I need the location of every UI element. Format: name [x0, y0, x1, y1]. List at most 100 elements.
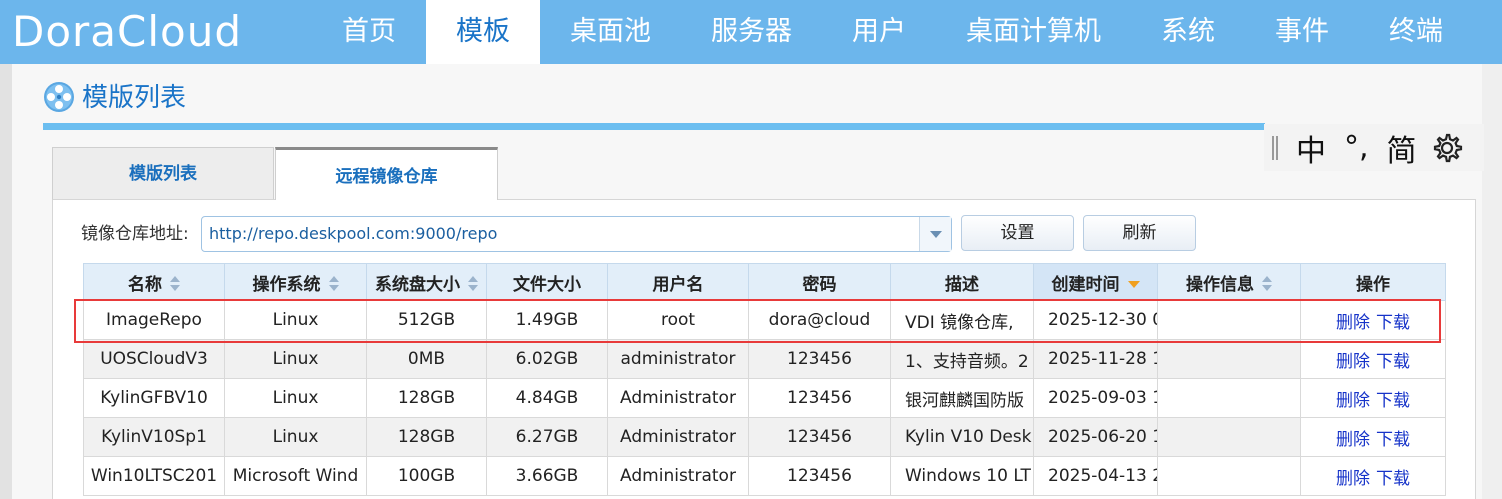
- cell-description: Kylin V10 Desk: [890, 417, 1034, 457]
- download-link[interactable]: 下载: [1376, 313, 1410, 333]
- nav-users[interactable]: 用户: [822, 0, 936, 64]
- cell-user: root: [607, 300, 749, 340]
- download-link[interactable]: 下载: [1376, 469, 1410, 489]
- sort-both-icon[interactable]: [170, 275, 180, 292]
- column-header-created-time[interactable]: 创建时间: [1033, 263, 1158, 301]
- cell-size: 6.02GB: [486, 339, 608, 379]
- cell-os: Microsoft Wind: [224, 456, 367, 496]
- ime-charset-toggle[interactable]: 简: [1387, 126, 1417, 170]
- column-header-os[interactable]: 操作系统: [224, 263, 367, 301]
- tab-template-list[interactable]: 模版列表: [52, 147, 274, 200]
- cell-info: [1157, 339, 1301, 379]
- cell-name: Win10LTSC201: [83, 456, 225, 496]
- nav-servers[interactable]: 服务器: [681, 0, 822, 64]
- nav-desktop-computers[interactable]: 桌面计算机: [936, 0, 1131, 64]
- table-row[interactable]: Win10LTSC201 Microsoft Wind 100GB 3.66GB…: [83, 456, 1446, 496]
- column-header-username: 用户名: [607, 263, 749, 301]
- column-header-operation-info[interactable]: 操作信息: [1157, 263, 1301, 301]
- cell-os: Linux: [224, 339, 367, 379]
- cell-created: 2025-06-20 1: [1033, 417, 1158, 457]
- sort-both-icon[interactable]: [1262, 275, 1272, 292]
- table-row[interactable]: KylinV10Sp1 Linux 128GB 6.27GB Administr…: [83, 417, 1446, 457]
- column-header-password: 密码: [748, 263, 891, 301]
- cell-disk: 128GB: [366, 378, 487, 418]
- delete-link[interactable]: 删除: [1336, 430, 1370, 450]
- ime-toolbar[interactable]: 中 °, 简: [1264, 124, 1484, 171]
- cell-disk: 100GB: [366, 456, 487, 496]
- nav-home[interactable]: 首页: [312, 0, 426, 64]
- gear-icon[interactable]: [1431, 132, 1463, 164]
- cell-disk: 512GB: [366, 300, 487, 340]
- cell-description: VDI 镜像仓库,: [890, 300, 1034, 340]
- cell-actions: 删除 下载: [1300, 417, 1446, 457]
- cell-os: Linux: [224, 300, 367, 340]
- cell-created: 2025-09-03 1: [1033, 378, 1158, 418]
- download-link[interactable]: 下载: [1376, 430, 1410, 450]
- delete-link[interactable]: 删除: [1336, 352, 1370, 372]
- cell-user: Administrator: [607, 456, 749, 496]
- cell-user: Administrator: [607, 378, 749, 418]
- column-header-actions: 操作: [1300, 263, 1446, 301]
- cell-size: 3.66GB: [486, 456, 608, 496]
- ime-punctuation-toggle[interactable]: °,: [1344, 130, 1369, 165]
- cell-created: 2025-11-28 1: [1033, 339, 1158, 379]
- cell-user: Administrator: [607, 417, 749, 457]
- download-link[interactable]: 下载: [1376, 352, 1410, 372]
- ime-mode-toggle[interactable]: 中: [1296, 126, 1326, 170]
- tab-remote-image-repo[interactable]: 远程镜像仓库: [275, 147, 498, 200]
- column-header-name[interactable]: 名称: [83, 263, 225, 301]
- repo-address-label: 镜像仓库地址:: [81, 224, 189, 244]
- cell-description: 银河麒麟国防版: [890, 378, 1034, 418]
- sort-both-icon[interactable]: [468, 275, 478, 292]
- cell-actions: 删除 下载: [1300, 339, 1446, 379]
- top-navigation-bar: DoraCloud 首页 模板 桌面池 服务器 用户 桌面计算机 系统 事件 终…: [0, 0, 1502, 64]
- cell-info: [1157, 417, 1301, 457]
- cell-password: 123456: [748, 456, 891, 496]
- delete-link[interactable]: 删除: [1336, 391, 1370, 411]
- table-header-row: 名称 操作系统 系统盘大小 文件大小 用户名 密码 描述 创建时间 操作信息 操…: [83, 263, 1446, 301]
- image-repo-table: 名称 操作系统 系统盘大小 文件大小 用户名 密码 描述 创建时间 操作信息 操…: [83, 263, 1446, 496]
- cell-password: dora@cloud: [748, 300, 891, 340]
- film-reel-icon: [44, 82, 74, 112]
- sort-desc-icon[interactable]: [1127, 280, 1140, 288]
- sort-both-icon[interactable]: [328, 275, 339, 292]
- table-row[interactable]: KylinGFBV10 Linux 128GB 4.84GB Administr…: [83, 378, 1446, 418]
- cell-info: [1157, 300, 1301, 340]
- nav-system[interactable]: 系统: [1131, 0, 1245, 64]
- download-link[interactable]: 下载: [1376, 391, 1410, 411]
- doracloud-logo[interactable]: DoraCloud: [12, 2, 242, 62]
- ime-drag-handle[interactable]: [1272, 135, 1278, 160]
- cell-created: 2025-12-30 0: [1033, 300, 1158, 340]
- right-gutter: [1482, 64, 1502, 499]
- nav-terminals[interactable]: 终端: [1359, 0, 1473, 64]
- refresh-button[interactable]: 刷新: [1083, 215, 1196, 251]
- nav-desktop-pools[interactable]: 桌面池: [540, 0, 681, 64]
- delete-link[interactable]: 删除: [1336, 469, 1370, 489]
- nav-templates[interactable]: 模板: [426, 0, 540, 64]
- cell-password: 123456: [748, 378, 891, 418]
- cell-info: [1157, 456, 1301, 496]
- cell-disk: 128GB: [366, 417, 487, 457]
- main-nav: 首页 模板 桌面池 服务器 用户 桌面计算机 系统 事件 终端: [312, 0, 1473, 64]
- repo-address-value[interactable]: http://repo.deskpool.com:9000/repo: [209, 223, 497, 245]
- repo-address-select[interactable]: http://repo.deskpool.com:9000/repo: [201, 216, 952, 252]
- delete-link[interactable]: 删除: [1336, 313, 1370, 333]
- column-header-description: 描述: [890, 263, 1034, 301]
- cell-size: 6.27GB: [486, 417, 608, 457]
- chevron-down-icon[interactable]: [919, 217, 951, 251]
- title-divider: [43, 123, 1265, 130]
- left-gutter: [0, 64, 12, 499]
- table-row[interactable]: ImageRepo Linux 512GB 1.49GB root dora@c…: [83, 300, 1446, 340]
- cell-name: KylinGFBV10: [83, 378, 225, 418]
- cell-user: administrator: [607, 339, 749, 379]
- cell-name: KylinV10Sp1: [83, 417, 225, 457]
- column-header-disk-size[interactable]: 系统盘大小: [366, 263, 487, 301]
- set-button[interactable]: 设置: [961, 215, 1074, 251]
- nav-events[interactable]: 事件: [1245, 0, 1359, 64]
- cell-password: 123456: [748, 339, 891, 379]
- cell-password: 123456: [748, 417, 891, 457]
- column-header-file-size: 文件大小: [486, 263, 608, 301]
- cell-size: 1.49GB: [486, 300, 608, 340]
- table-row[interactable]: UOSCloudV3 Linux 0MB 6.02GB administrato…: [83, 339, 1446, 379]
- cell-actions: 删除 下载: [1300, 456, 1446, 496]
